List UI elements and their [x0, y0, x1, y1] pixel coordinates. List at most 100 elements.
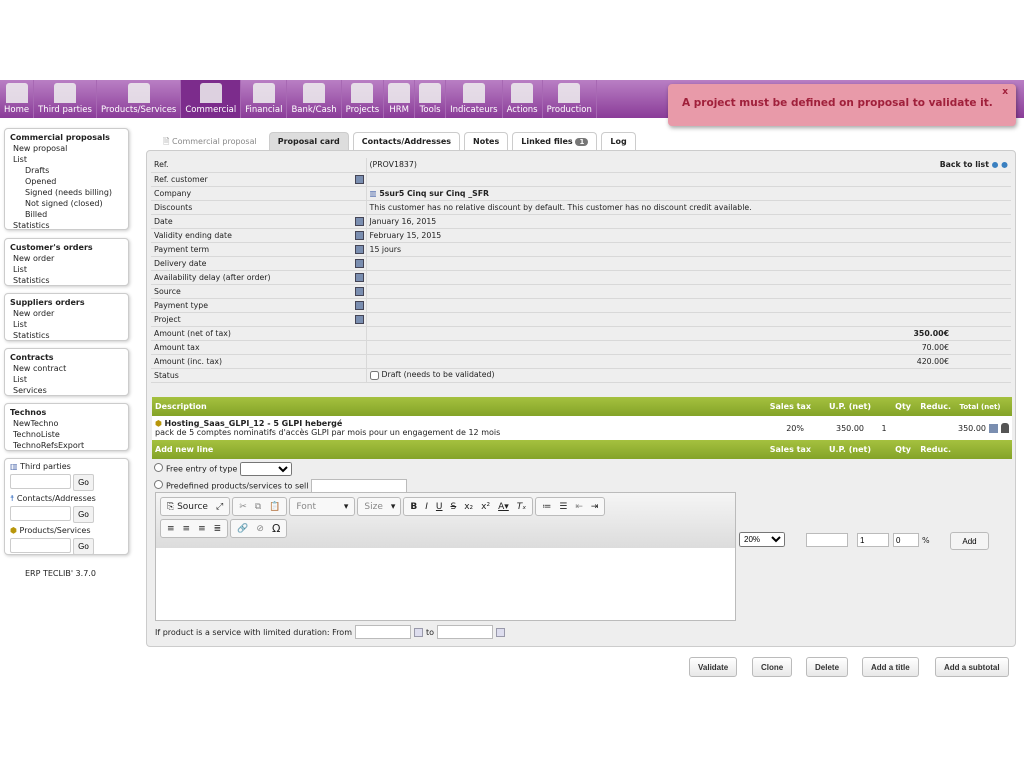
underline-icon[interactable]: U [436, 502, 443, 512]
edit-icon[interactable] [989, 423, 998, 433]
link-icon[interactable]: 🔗 [237, 524, 248, 534]
outdent-icon[interactable]: ⇤ [575, 502, 583, 512]
size-select[interactable]: Size ▾ [357, 497, 402, 516]
sidebar-item[interactable]: List [10, 264, 123, 275]
nav-production[interactable]: Production [543, 80, 597, 118]
tab-notes[interactable]: Notes [464, 132, 509, 151]
back-to-list-link[interactable]: Back to list ● ● [940, 160, 1008, 169]
sidebar-item[interactable]: List [10, 154, 123, 165]
free-entry-radio[interactable] [154, 462, 163, 472]
edit-icon[interactable] [354, 174, 364, 184]
nav-projects[interactable]: Projects [342, 80, 385, 118]
reduc-input[interactable] [893, 533, 919, 547]
edit-icon[interactable] [354, 272, 364, 282]
nav-indicateurs[interactable]: Indicateurs [446, 80, 503, 118]
align-right-icon[interactable]: ≡ [198, 524, 206, 534]
nav-third-parties[interactable]: Third parties [34, 80, 97, 118]
sidebar-title[interactable]: Customer's orders [10, 242, 123, 253]
align-left-icon[interactable]: ≡ [167, 524, 175, 534]
search-contacts-input[interactable] [10, 506, 71, 521]
source-button[interactable]: ⎘ Source [167, 502, 208, 512]
type-select[interactable] [239, 462, 292, 476]
status-checkbox[interactable] [369, 370, 379, 380]
date-to-input[interactable] [437, 625, 494, 639]
sidebar-item[interactable]: Services [10, 385, 123, 396]
description-editor[interactable]: ⎘ Source ⤢ ✂ ⧉ 📋 Font ▾ Size ▾ B I U Sx₂ x² A▾ Tₓ ≔ ☰ ⇤ ⇥ ≡… [155, 492, 736, 621]
font-select[interactable]: Font ▾ [289, 497, 356, 516]
sidebar-item[interactable]: List [10, 319, 123, 330]
validate-button[interactable]: Validate [689, 657, 738, 677]
superscript-icon[interactable]: x² [481, 502, 490, 512]
sidebar-item[interactable]: Statistics [10, 275, 123, 286]
edit-icon[interactable] [354, 244, 364, 254]
sidebar-item[interactable]: List [10, 374, 123, 385]
edit-icon[interactable] [354, 230, 364, 240]
nav-financial[interactable]: Financial [241, 80, 288, 118]
copy-icon[interactable]: ⧉ [255, 502, 261, 512]
calendar-icon[interactable] [414, 627, 423, 637]
go-button[interactable]: Go [73, 538, 94, 555]
date-from-input[interactable] [355, 625, 411, 639]
qty-input[interactable] [857, 533, 889, 547]
clone-button[interactable]: Clone [752, 657, 793, 677]
tax-select[interactable]: 20% [739, 532, 785, 547]
go-button[interactable]: Go [73, 474, 94, 491]
subscript-icon[interactable]: x₂ [464, 502, 473, 512]
tab-proposal-card[interactable]: Proposal card [268, 132, 349, 151]
tab-linked-files[interactable]: Linked files 1 [512, 132, 598, 151]
sidebar-item[interactable]: NewTechno [10, 418, 123, 429]
remove-format-icon[interactable]: Tₓ [517, 502, 527, 512]
tab-contacts[interactable]: Contacts/Addresses [352, 132, 461, 151]
sidebar-item[interactable]: Statistics [10, 220, 123, 231]
nav-bank[interactable]: Bank/Cash [287, 80, 342, 118]
sidebar-subitem[interactable]: Opened [10, 176, 123, 187]
sidebar-subitem[interactable]: Not signed (closed) [10, 198, 123, 209]
sidebar-item[interactable]: New contract [10, 363, 123, 374]
strike-icon[interactable]: S [451, 502, 457, 512]
text-color-icon[interactable]: A▾ [498, 502, 509, 512]
calendar-icon[interactable] [496, 627, 506, 637]
sidebar-subitem[interactable]: Drafts [10, 165, 123, 176]
sidebar-title[interactable]: Suppliers orders [10, 297, 123, 308]
sidebar-item[interactable]: TechnoListe [10, 429, 123, 440]
maximize-icon[interactable]: ⤢ [216, 502, 223, 512]
sidebar-title[interactable]: Commercial proposals [10, 132, 123, 143]
cut-icon[interactable]: ✂ [239, 502, 247, 512]
add-button[interactable]: Add [950, 532, 989, 550]
edit-icon[interactable] [354, 258, 364, 268]
sidebar-subitem[interactable]: Billed [10, 209, 123, 220]
align-center-icon[interactable]: ≡ [183, 524, 191, 534]
unit-price-input[interactable] [806, 533, 848, 547]
sidebar-title[interactable]: Technos [10, 407, 123, 418]
sidebar-item[interactable]: New order [10, 308, 123, 319]
sidebar-item[interactable]: New order [10, 253, 123, 264]
product-search-input[interactable] [311, 479, 408, 493]
add-subtotal-button[interactable]: Add a subtotal [935, 657, 1009, 677]
sidebar-title[interactable]: Contracts [10, 352, 123, 363]
sidebar-subitem[interactable]: Signed (needs billing) [10, 187, 123, 198]
edit-icon[interactable] [354, 300, 364, 310]
indent-icon[interactable]: ⇥ [591, 502, 599, 512]
nav-home[interactable]: Home [0, 80, 35, 118]
bullet-list-icon[interactable]: ☰ [559, 502, 567, 512]
paste-icon[interactable]: 📋 [269, 502, 280, 512]
sidebar-item[interactable]: New proposal [10, 143, 123, 154]
nav-hrm[interactable]: HRM [384, 80, 416, 118]
edit-icon[interactable] [354, 314, 364, 324]
justify-icon[interactable]: ≣ [214, 524, 222, 534]
edit-icon[interactable] [354, 286, 364, 296]
nav-products[interactable]: Products/Services [97, 80, 182, 118]
search-products-input[interactable] [10, 538, 71, 553]
nav-tools[interactable]: Tools [415, 80, 447, 118]
add-title-button[interactable]: Add a title [862, 657, 919, 677]
numbered-list-icon[interactable]: ≔ [542, 502, 551, 512]
line-title[interactable]: Hosting_Saas_GLPI_12 - 5 GLPI hebergé [165, 419, 343, 428]
close-icon[interactable]: x [1002, 87, 1008, 97]
search-thirdparties-input[interactable] [10, 474, 71, 489]
special-char-icon[interactable]: Ω [272, 522, 280, 535]
delete-icon[interactable] [1001, 423, 1009, 433]
next-icon[interactable]: ● [998, 160, 1008, 169]
sidebar-item[interactable]: TechnoRefsExport [10, 440, 123, 451]
edit-icon[interactable] [354, 216, 364, 226]
predefined-radio[interactable] [154, 479, 163, 489]
